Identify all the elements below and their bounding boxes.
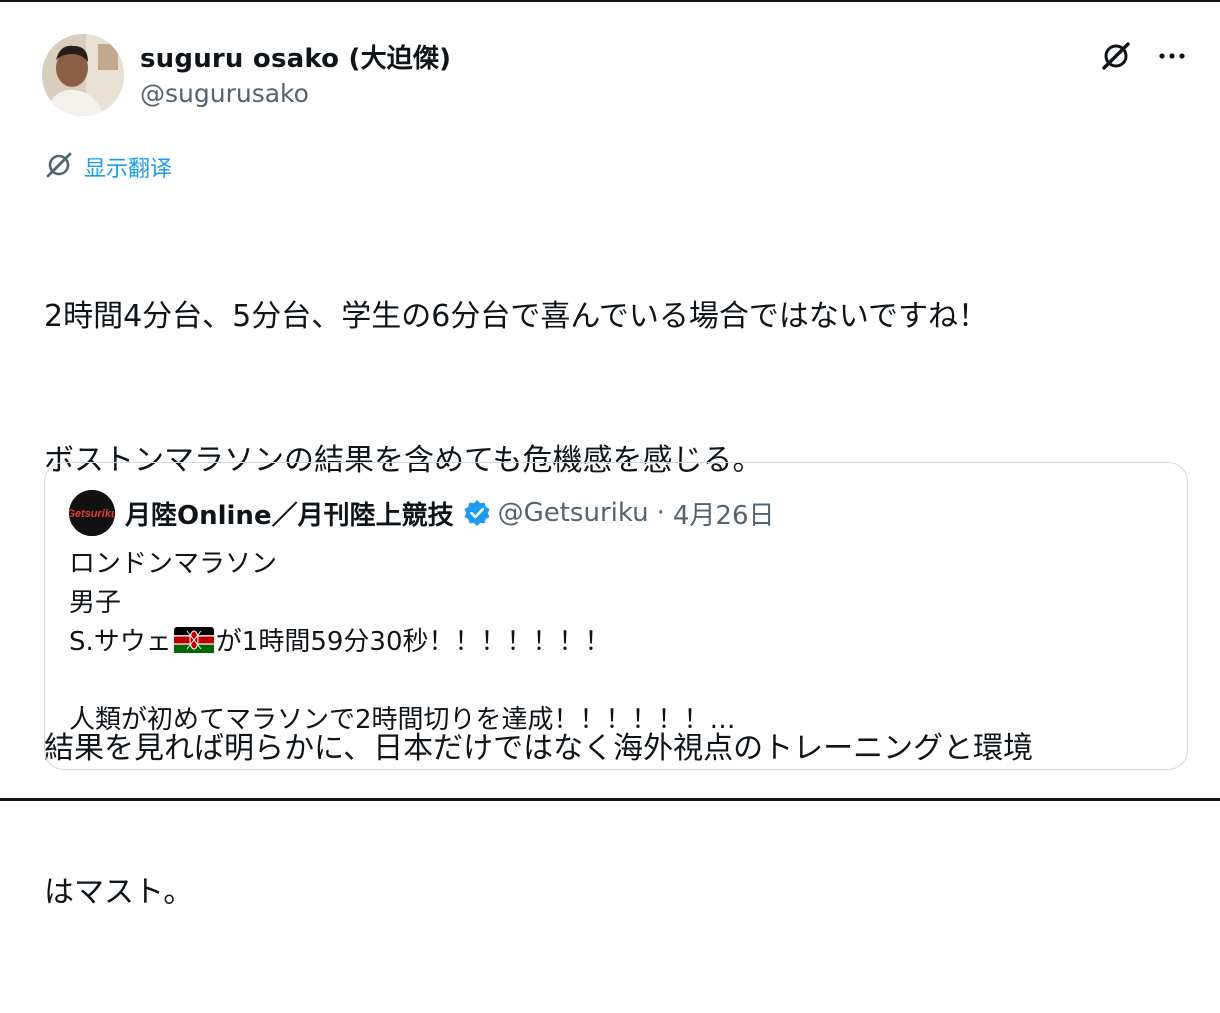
translate-icon: [44, 150, 74, 184]
separator-dot: ·: [656, 498, 665, 528]
author-avatar[interactable]: [42, 34, 124, 116]
quoted-line: [69, 662, 1159, 701]
quoted-line: S.サウェ が1時間59分30秒！！！！！！！: [69, 623, 1159, 662]
quoted-author-handle[interactable]: @Getsuriku: [498, 498, 649, 528]
tweet-frame: suguru osako (大迫傑) @sugurusako 显示翻译 2時間4…: [0, 0, 1220, 910]
author-handle[interactable]: @sugurusako: [140, 79, 309, 108]
quoted-tweet-header: Getsuriku 月陸Online／月刊陸上競技 @Getsuriku · 4…: [69, 490, 775, 536]
more-options-icon[interactable]: [1154, 38, 1190, 74]
quoted-line: 人類が初めてマラソンで2時間切りを達成！！！！！！…: [69, 705, 736, 735]
quoted-logo-text: Getsuriku: [69, 508, 115, 520]
author-display-name[interactable]: suguru osako (大迫傑): [140, 38, 451, 75]
tweet-line: はマスト。: [44, 875, 194, 910]
quoted-line: 男子: [69, 588, 122, 618]
quoted-tweet-text: ロンドンマラソン 男子 S.サウェ が1時間59分30秒！！！！！！！ 人類が初…: [69, 545, 1159, 740]
quoted-tweet-date[interactable]: 4月26日: [673, 495, 775, 532]
quoted-line: ロンドンマラソン: [69, 549, 278, 579]
tweet-line: 2時間4分台、5分台、学生の6分台で喜んでいる場合ではないですね！: [44, 299, 988, 334]
show-translation-link[interactable]: 显示翻译: [44, 152, 172, 182]
quoted-author-avatar[interactable]: Getsuriku: [69, 490, 115, 536]
quoted-line-prefix: S.サウェ: [69, 627, 172, 657]
verified-badge-icon: [462, 498, 492, 528]
quoted-tweet-card[interactable]: Getsuriku 月陸Online／月刊陸上競技 @Getsuriku · 4…: [44, 462, 1188, 770]
grok-icon[interactable]: [1098, 38, 1134, 74]
quoted-author-name[interactable]: 月陸Online／月刊陸上競技: [125, 495, 454, 532]
quoted-line-suffix: が1時間59分30秒！！！！！！！: [215, 627, 611, 657]
translate-label[interactable]: 显示翻译: [84, 151, 172, 183]
kenya-flag-icon: [173, 626, 214, 665]
